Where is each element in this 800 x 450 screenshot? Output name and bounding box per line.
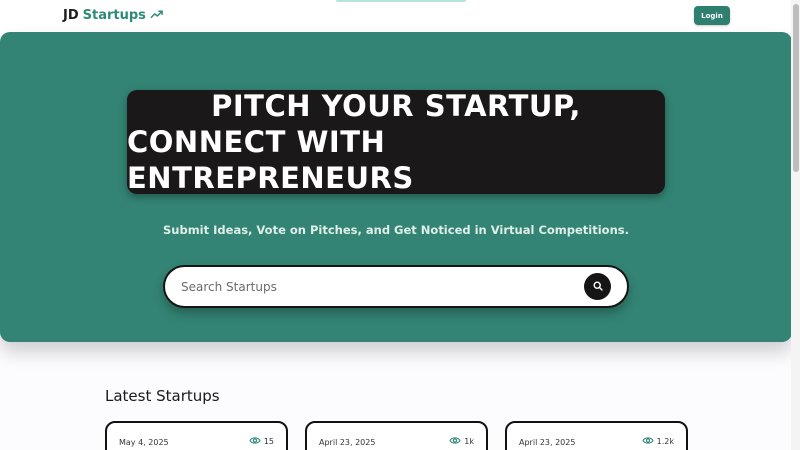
scrollbar-thumb[interactable]: [793, 4, 799, 172]
startup-card[interactable]: May 4, 2025 15: [105, 421, 288, 450]
card-date: April 23, 2025: [319, 438, 376, 447]
logo-name: Startups: [82, 8, 146, 23]
logo[interactable]: JD Startups: [63, 8, 163, 23]
card-views: 15: [249, 436, 274, 447]
startup-card[interactable]: April 23, 2025 1.2k: [505, 421, 688, 450]
navbar: JD Startups Login: [0, 0, 790, 32]
card-view-count: 15: [263, 437, 274, 446]
eye-icon: [642, 436, 654, 447]
eye-icon: [249, 436, 261, 447]
top-accent-strip: [336, 0, 466, 2]
headline-line-2: CONNECT WITH ENTREPRENEURS: [127, 125, 414, 195]
hero-subtitle: Submit Ideas, Vote on Pitches, and Get N…: [163, 223, 629, 237]
card-date: April 23, 2025: [519, 438, 576, 447]
search-bar: [163, 265, 629, 308]
hero-section: PITCH YOUR STARTUP, CONNECT WITH ENTREPR…: [0, 32, 792, 342]
search-icon: [592, 279, 603, 294]
headline-line-1: PITCH YOUR STARTUP,: [211, 89, 581, 123]
search-input[interactable]: [181, 277, 571, 297]
latest-startups-title: Latest Startups: [105, 387, 220, 405]
logo-prefix: JD: [63, 8, 79, 23]
search-button[interactable]: [584, 273, 611, 300]
login-button[interactable]: Login: [694, 6, 730, 25]
card-view-count: 1.2k: [656, 437, 674, 446]
card-date: May 4, 2025: [119, 438, 169, 447]
trending-up-icon: [150, 8, 163, 23]
headline-box: PITCH YOUR STARTUP, CONNECT WITH ENTREPR…: [127, 89, 665, 195]
card-views: 1k: [449, 436, 474, 447]
card-views: 1.2k: [642, 436, 674, 447]
startup-card[interactable]: April 23, 2025 1k: [305, 421, 488, 450]
eye-icon: [449, 436, 461, 447]
card-view-count: 1k: [464, 437, 474, 446]
